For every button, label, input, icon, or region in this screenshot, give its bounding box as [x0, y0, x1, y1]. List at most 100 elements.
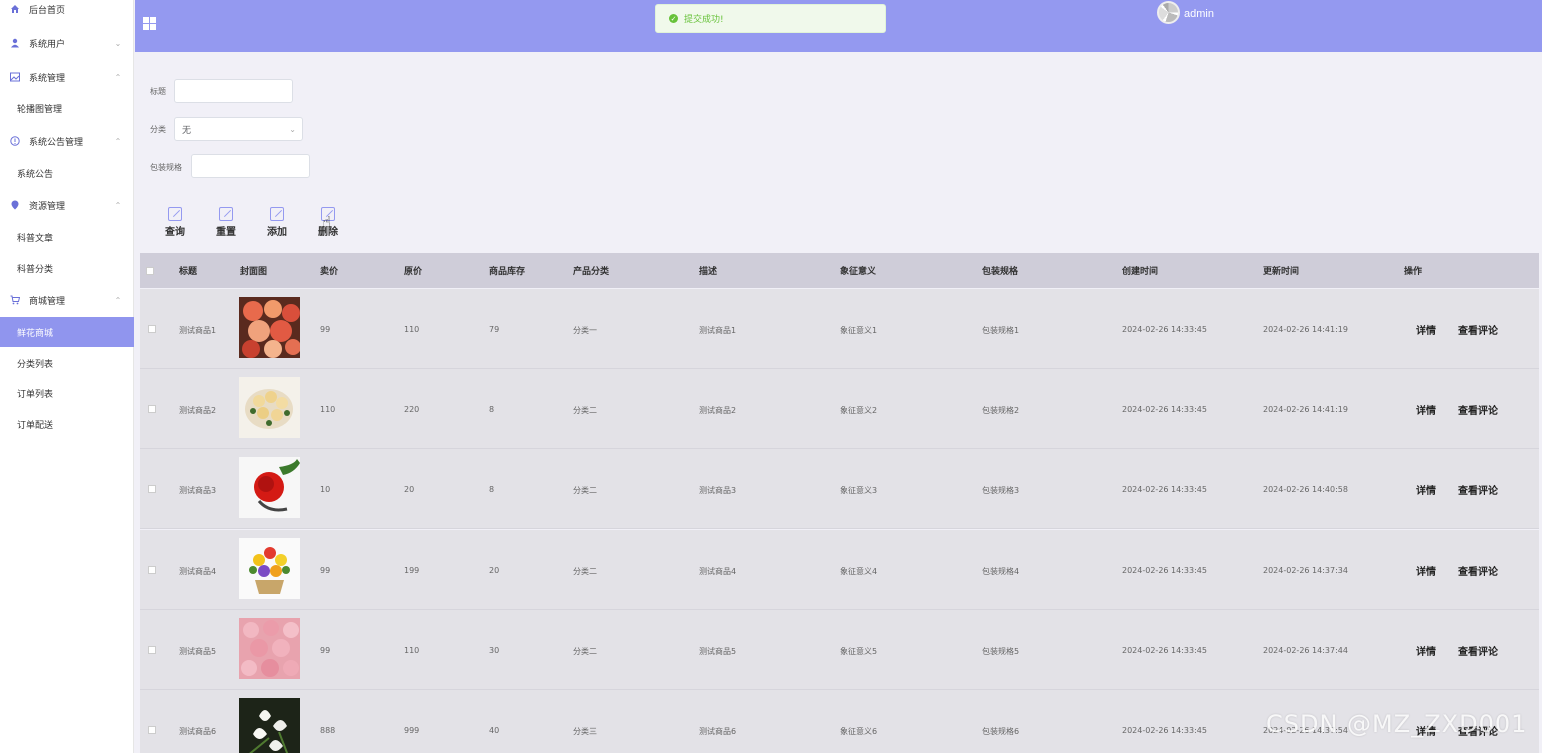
cell-category: 分类三 — [573, 727, 597, 736]
sidebar-item-label: 系统用户 — [29, 39, 66, 50]
cell-category: 分类一 — [573, 326, 597, 335]
column-header[interactable]: 商品库存 — [489, 264, 525, 277]
view-comments-button[interactable]: 查看评论 — [1458, 482, 1498, 497]
product-cover-image — [239, 377, 300, 438]
sidebar-item-order-delivery[interactable]: 订单配送 — [0, 409, 134, 439]
menu-grid-icon[interactable] — [143, 17, 156, 30]
cell-stock: 8 — [489, 485, 495, 494]
view-comments-button[interactable]: 查看评论 — [1458, 563, 1498, 578]
column-header[interactable]: 更新时间 — [1263, 264, 1299, 277]
row-checkbox[interactable] — [148, 325, 156, 333]
username[interactable]: admin — [1184, 8, 1214, 20]
detail-button[interactable]: 详情 — [1416, 482, 1436, 497]
column-header[interactable]: 标题 — [179, 264, 197, 277]
view-comments-button[interactable]: 查看评论 — [1458, 402, 1498, 417]
cell-title: 测试商品4 — [179, 567, 217, 576]
row-checkbox[interactable] — [148, 726, 156, 734]
product-cover-image — [239, 698, 300, 753]
add-button-label: 添加 — [267, 227, 287, 238]
sidebar-item-shop-management[interactable]: 商城管理 ⌃ — [0, 285, 134, 315]
sidebar-item-label: 鲜花商城 — [17, 328, 54, 339]
cell-meaning: 象征意义4 — [840, 567, 878, 576]
spec-input[interactable] — [191, 154, 310, 178]
row-checkbox[interactable] — [148, 566, 156, 574]
column-header[interactable]: 创建时间 — [1122, 264, 1158, 277]
cell-price: 99 — [320, 566, 331, 575]
cell-category: 分类二 — [573, 647, 597, 656]
cell-description: 测试商品6 — [699, 727, 737, 736]
cell-price: 110 — [320, 405, 336, 414]
cell-stock: 30 — [489, 646, 500, 655]
cell-updated: 2024-02-26 14:40:58 — [1263, 485, 1348, 494]
detail-button[interactable]: 详情 — [1416, 402, 1436, 417]
cell-updated: 2024-02-26 14:41:19 — [1263, 405, 1348, 414]
sidebar-item-label: 后台首页 — [29, 5, 66, 16]
row-checkbox[interactable] — [148, 646, 156, 654]
category-select[interactable]: 无 ⌄ — [174, 117, 303, 141]
detail-button[interactable]: 详情 — [1416, 563, 1436, 578]
reset-button[interactable]: 重置 — [211, 207, 241, 241]
sidebar-item-flower-shop[interactable]: 鲜花商城 — [0, 317, 134, 347]
cell-created: 2024-02-26 14:33:45 — [1122, 485, 1207, 494]
product-cover-image — [239, 457, 300, 518]
cell-description: 测试商品2 — [699, 406, 737, 415]
select-all-checkbox[interactable] — [146, 267, 154, 275]
cell-spec: 包装规格1 — [982, 326, 1020, 335]
cell-category: 分类二 — [573, 406, 597, 415]
row-checkbox[interactable] — [148, 405, 156, 413]
detail-button[interactable]: 详情 — [1416, 322, 1436, 337]
sidebar-item-resource-management[interactable]: 资源管理 ⌃ — [0, 190, 134, 220]
sidebar-item-label: 系统管理 — [29, 73, 66, 84]
view-comments-button[interactable]: 查看评论 — [1458, 643, 1498, 658]
sidebar-item-notice-management[interactable]: 系统公告管理 ⌃ — [0, 126, 134, 156]
reset-button-label: 重置 — [216, 227, 236, 238]
add-button[interactable]: 添加 — [262, 207, 292, 241]
view-comments-button[interactable]: 查看评论 — [1458, 322, 1498, 337]
sidebar-item-label: 资源管理 — [29, 201, 66, 212]
sidebar-item-carousel[interactable]: 轮播图管理 — [0, 93, 134, 123]
cell-created: 2024-02-26 14:33:45 — [1122, 325, 1207, 334]
cell-title: 测试商品1 — [179, 326, 217, 335]
column-header: 封面图 — [240, 267, 268, 277]
column-header[interactable]: 卖价 — [320, 264, 338, 277]
sidebar-item-articles[interactable]: 科普文章 — [0, 222, 134, 252]
title-input[interactable] — [174, 79, 293, 103]
column-header[interactable]: 原价 — [404, 264, 422, 277]
cell-updated: 2024-02-26 14:37:44 — [1263, 646, 1348, 655]
product-table: 标题 封面图 卖价 原价 商品库存 产品分类 描述 象征意义 包装规格 创建时间… — [140, 253, 1539, 753]
cart-icon — [10, 295, 20, 305]
column-header[interactable]: 象征意义 — [840, 264, 876, 277]
chevron-up-icon: ⌃ — [114, 295, 122, 305]
cell-meaning: 象征意义2 — [840, 406, 878, 415]
cell-spec: 包装规格5 — [982, 647, 1020, 656]
cell-meaning: 象征意义5 — [840, 647, 878, 656]
sidebar-item-category-list[interactable]: 分类列表 — [0, 348, 134, 378]
sidebar-item-order-list[interactable]: 订单列表 — [0, 378, 134, 408]
sidebar-item-system-management[interactable]: 系统管理 ⌃ — [0, 62, 134, 92]
row-checkbox[interactable] — [148, 485, 156, 493]
cell-spec: 包装规格6 — [982, 727, 1020, 736]
edit-icon — [168, 207, 182, 221]
sidebar-item-label: 订单列表 — [17, 389, 54, 400]
cell-stock: 8 — [489, 405, 495, 414]
product-cover-image — [239, 538, 300, 599]
toast-message: 提交成功! — [684, 15, 724, 25]
column-header[interactable]: 产品分类 — [573, 264, 609, 277]
query-button[interactable]: 查询 — [160, 207, 190, 241]
avatar[interactable] — [1157, 1, 1180, 24]
edit-icon — [270, 207, 284, 221]
sidebar-item-system-users[interactable]: 系统用户 ⌄ — [0, 28, 134, 58]
sidebar-item-article-categories[interactable]: 科普分类 — [0, 253, 134, 283]
detail-button[interactable]: 详情 — [1416, 643, 1436, 658]
sidebar-item-label: 系统公告 — [17, 169, 54, 180]
cell-original-price: 199 — [404, 566, 420, 575]
success-toast: ✓ 提交成功! — [655, 4, 886, 33]
cell-meaning: 象征意义6 — [840, 727, 878, 736]
sidebar-item-notices[interactable]: 系统公告 — [0, 158, 134, 188]
cell-stock: 79 — [489, 325, 500, 334]
cell-original-price: 999 — [404, 726, 420, 735]
sidebar-item-dashboard[interactable]: 后台首页 — [0, 0, 134, 24]
column-header[interactable]: 包装规格 — [982, 264, 1018, 277]
cell-description: 测试商品5 — [699, 647, 737, 656]
column-header[interactable]: 描述 — [699, 264, 717, 277]
